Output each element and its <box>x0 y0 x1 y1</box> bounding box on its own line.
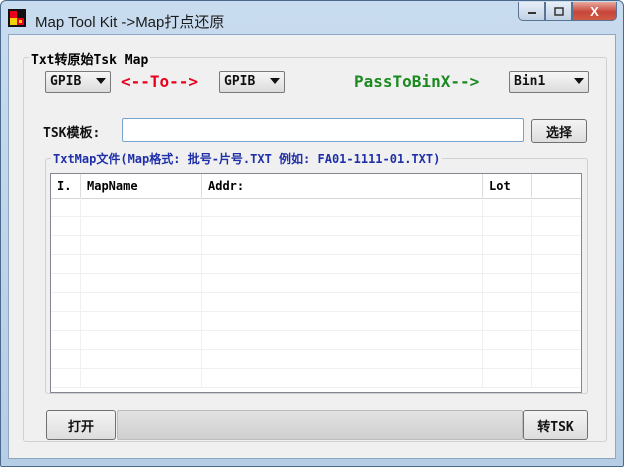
close-icon: X <box>590 3 599 19</box>
main-group-legend: Txt转原始Tsk Map <box>29 49 151 68</box>
client-area: Txt转原始Tsk Map GPIB <--To--> GPIB PassToB… <box>8 34 616 459</box>
maximize-icon <box>553 6 564 16</box>
app-window: Map Tool Kit ->Map打点还原 X Txt转原始Tsk Map G… <box>0 0 624 467</box>
map-file-list[interactable]: I. MapName Addr: Lot <box>50 173 582 393</box>
chevron-down-icon <box>96 78 106 84</box>
minimize-icon <box>527 12 536 14</box>
convert-tsk-button[interactable]: 转TSK <box>523 410 588 440</box>
column-header-mapname[interactable]: MapName <box>81 174 202 198</box>
list-header: I. MapName Addr: Lot <box>51 174 581 199</box>
list-row-empty <box>51 331 581 350</box>
select-button[interactable]: 选择 <box>531 119 587 143</box>
open-button[interactable]: 打开 <box>46 410 116 440</box>
tsk-template-input[interactable] <box>122 118 524 142</box>
list-row-empty <box>51 236 581 255</box>
progress-bar <box>117 410 523 440</box>
list-row-empty <box>51 312 581 331</box>
source-format-value: GPIB <box>50 74 82 89</box>
list-row-empty <box>51 255 581 274</box>
pass-to-bin-label: PassToBinX--> <box>354 72 480 91</box>
list-row-empty <box>51 369 581 388</box>
list-row-empty <box>51 350 581 369</box>
minimize-button[interactable] <box>518 2 545 21</box>
close-button[interactable]: X <box>572 2 617 21</box>
column-header-index[interactable]: I. <box>51 174 81 198</box>
bin-combo[interactable]: Bin1 <box>509 71 589 93</box>
chevron-down-icon <box>270 78 280 84</box>
source-format-combo[interactable]: GPIB <box>45 71 111 93</box>
list-row-empty <box>51 274 581 293</box>
target-format-value: GPIB <box>224 74 256 89</box>
tsk-template-label: TSK模板: <box>43 126 101 141</box>
column-header-extra[interactable] <box>532 174 581 198</box>
list-row-empty <box>51 217 581 236</box>
maximize-button[interactable] <box>545 2 572 21</box>
chevron-down-icon <box>574 78 584 84</box>
txtmap-group-legend: TxtMap文件(Map格式: 批号-片号.TXT 例如: FA01-1111-… <box>51 150 443 167</box>
list-row-empty <box>51 198 581 217</box>
list-rows <box>51 198 581 392</box>
column-header-addr[interactable]: Addr: <box>202 174 483 198</box>
list-row-empty <box>51 293 581 312</box>
target-format-combo[interactable]: GPIB <box>219 71 285 93</box>
app-icon <box>8 9 26 27</box>
window-title: Map Tool Kit ->Map打点还原 <box>35 14 225 31</box>
column-header-lot[interactable]: Lot <box>483 174 532 198</box>
to-arrow-label: <--To--> <box>121 72 199 91</box>
bin-value: Bin1 <box>514 74 546 89</box>
